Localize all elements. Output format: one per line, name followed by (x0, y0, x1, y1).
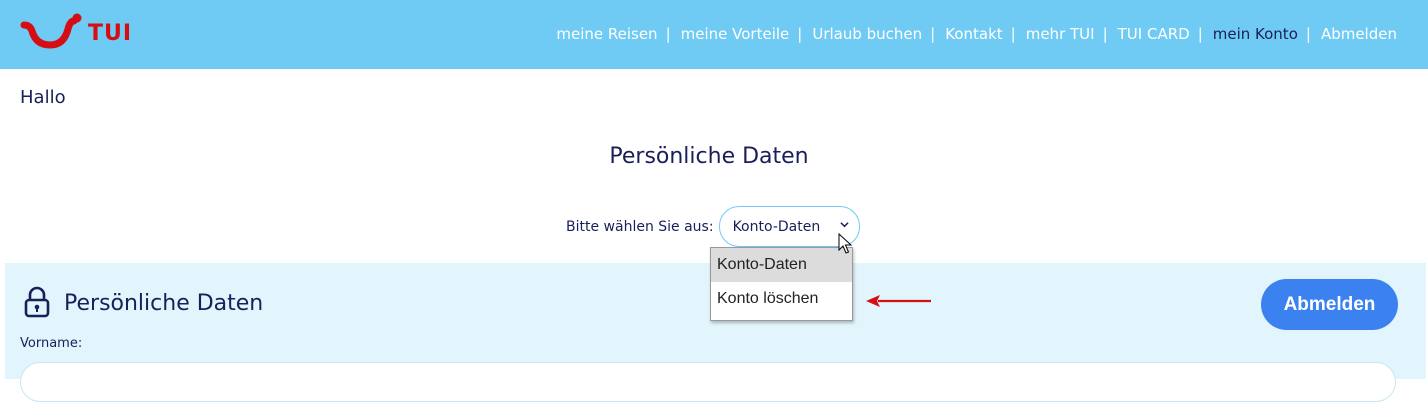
top-nav: meine Reisen | meine Vorteile | Urlaub buc… (556, 25, 1397, 43)
nav-urlaub-buchen[interactable]: Urlaub buchen (812, 25, 922, 43)
nav-tui-card[interactable]: TUI CARD (1118, 25, 1190, 43)
tui-logo[interactable]: TUI (20, 8, 150, 58)
nav-meine-reisen[interactable]: meine Reisen (556, 25, 657, 43)
select-dropdown-list: Konto-Daten Konto löschen (710, 247, 853, 321)
nav-mehr-tui[interactable]: mehr TUI (1026, 25, 1095, 43)
option-konto-daten[interactable]: Konto-Daten (711, 248, 852, 282)
brand-name: TUI (88, 20, 133, 46)
nav-separator: | (1197, 25, 1203, 43)
logout-button[interactable]: Abmelden (1261, 279, 1398, 330)
option-konto-loeschen[interactable]: Konto löschen (711, 282, 852, 316)
nav-separator: | (665, 25, 671, 43)
lock-icon (21, 286, 53, 322)
chevron-down-icon (839, 219, 849, 232)
select-label: Bitte wählen Sie aus: (566, 218, 714, 235)
nav-separator: | (1102, 25, 1108, 43)
page-title: Persönliche Daten (609, 144, 809, 169)
nav-separator: | (1010, 25, 1016, 43)
select-value: Konto-Daten (732, 218, 821, 235)
firstname-field[interactable] (20, 362, 1396, 402)
greeting: Hallo (20, 87, 66, 108)
panel-title: Persönliche Daten (64, 291, 264, 316)
nav-meine-vorteile[interactable]: meine Vorteile (681, 25, 790, 43)
site-header: TUI meine Reisen | meine Vorteile | Urlaub… (0, 0, 1428, 69)
tui-smile-icon (20, 13, 82, 49)
nav-separator: | (797, 25, 803, 43)
nav-mein-konto[interactable]: mein Konto (1213, 25, 1298, 43)
account-section-select-row: Bitte wählen Sie aus: Konto-Daten (566, 206, 860, 247)
nav-abmelden[interactable]: Abmelden (1321, 25, 1397, 43)
mouse-cursor-icon (838, 233, 853, 254)
red-arrow-icon (866, 295, 931, 307)
nav-separator: | (1305, 25, 1311, 43)
firstname-label: Vorname: (20, 336, 83, 351)
nav-separator: | (930, 25, 936, 43)
nav-kontakt[interactable]: Kontakt (945, 25, 1002, 43)
